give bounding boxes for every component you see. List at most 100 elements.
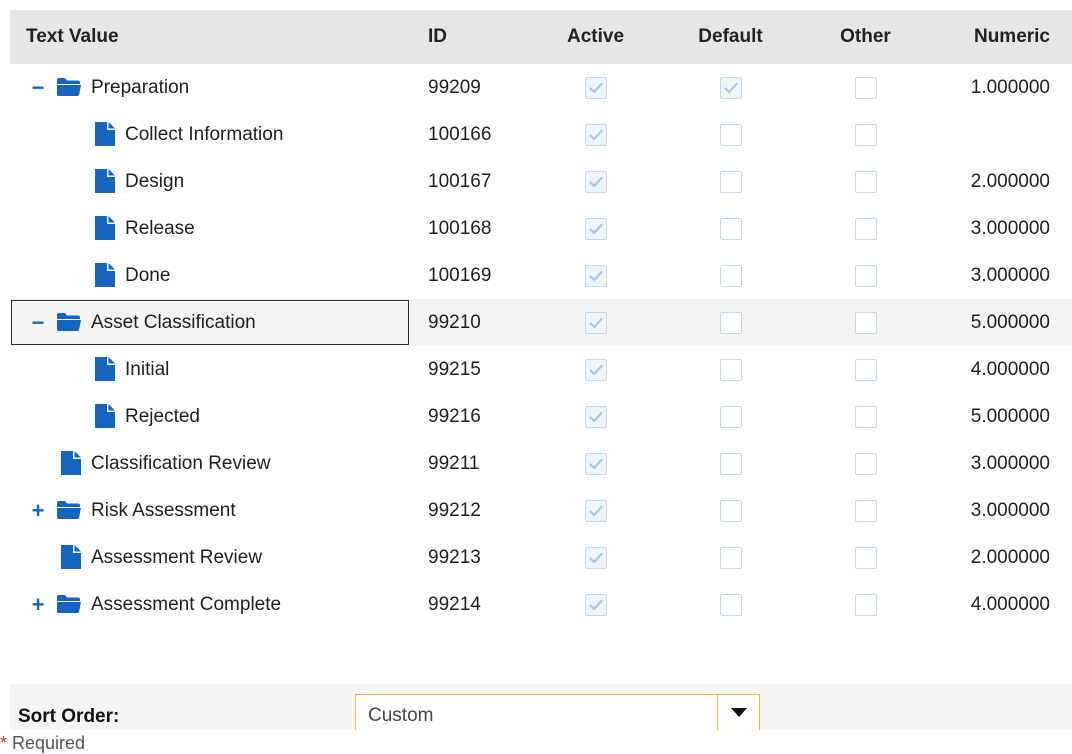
active-checkbox[interactable] [584,264,607,287]
other-checkbox[interactable] [854,76,877,99]
other-checkbox[interactable] [854,358,877,381]
tree-cell[interactable]: Classification Review [10,440,410,487]
active-checkbox[interactable] [584,217,607,240]
active-checkbox[interactable] [584,405,607,428]
active-cell [528,264,663,287]
header-other[interactable]: Other [798,26,933,48]
tree-cell[interactable]: Assessment Review [10,534,410,581]
active-cell [528,405,663,428]
active-checkbox[interactable] [584,123,607,146]
tree-cell[interactable]: Done [10,252,410,299]
default-checkbox[interactable] [719,217,742,240]
header-numeric[interactable]: Numeric [933,26,1072,48]
sort-order-select[interactable]: Custom [355,694,760,730]
tree-cell[interactable]: Release [10,205,410,252]
other-checkbox[interactable] [854,123,877,146]
row-id: 99213 [428,546,481,568]
table-row[interactable]: − Preparation 99209 1.000000 [10,64,1072,111]
table-row[interactable]: Rejected 99216 5.000000 [10,393,1072,440]
active-checkbox[interactable] [584,452,607,475]
table-row[interactable]: − Asset Classification 99210 5.000000 [10,299,1072,346]
other-checkbox[interactable] [854,405,877,428]
default-checkbox[interactable] [719,593,742,616]
other-checkbox[interactable] [854,311,877,334]
table-row[interactable]: + Risk Assessment 99212 3.000000 [10,487,1072,534]
tree-cell[interactable]: − Preparation [10,64,410,111]
row-numeric: 2.000000 [970,170,1050,192]
other-checkbox[interactable] [854,170,877,193]
default-cell [663,358,798,381]
other-cell [798,358,933,381]
row-label: Release [125,217,195,239]
table-row[interactable]: Design 100167 2.000000 [10,158,1072,205]
collapse-icon[interactable]: − [30,311,46,334]
table-row[interactable]: Assessment Review 99213 2.000000 [10,534,1072,581]
file-icon [94,215,116,247]
checkmark-icon [588,599,603,610]
row-label: Design [125,170,185,192]
table-row[interactable]: Initial 99215 4.000000 [10,346,1072,393]
header-id[interactable]: ID [410,26,528,48]
other-checkbox[interactable] [854,546,877,569]
tree-cell[interactable]: + Assessment Complete [10,581,410,628]
expand-icon[interactable]: + [30,593,46,616]
table-row[interactable]: Collect Information 100166 [10,111,1072,158]
default-checkbox[interactable] [719,358,742,381]
active-checkbox[interactable] [584,499,607,522]
other-cell [798,264,933,287]
tree-grid: Text Value ID Active Default Other Numer… [10,10,1072,628]
expand-icon[interactable]: + [30,499,46,522]
row-numeric: 3.000000 [970,264,1050,286]
default-checkbox[interactable] [719,546,742,569]
default-cell [663,170,798,193]
other-cell [798,546,933,569]
default-cell [663,264,798,287]
checkmark-icon [588,458,603,469]
header-text-value[interactable]: Text Value [10,10,410,64]
default-checkbox[interactable] [719,499,742,522]
table-row[interactable]: Classification Review 99211 3.000000 [10,440,1072,487]
other-checkbox[interactable] [854,499,877,522]
other-checkbox[interactable] [854,593,877,616]
row-id: 100169 [428,264,492,286]
active-cell [528,217,663,240]
other-cell [798,123,933,146]
other-checkbox[interactable] [854,264,877,287]
tree-cell[interactable]: Design [10,158,410,205]
row-numeric: 5.000000 [970,405,1050,427]
active-checkbox[interactable] [584,170,607,193]
active-checkbox[interactable] [584,593,607,616]
file-icon [94,262,116,294]
sort-order-dropdown-button[interactable] [717,695,759,730]
tree-cell[interactable]: Collect Information [10,111,410,158]
active-checkbox[interactable] [584,546,607,569]
row-numeric: 3.000000 [970,452,1050,474]
table-row[interactable]: Release 100168 3.000000 [10,205,1072,252]
checkmark-icon [588,129,603,140]
table-row[interactable]: + Assessment Complete 99214 4.000000 [10,581,1072,628]
default-checkbox[interactable] [719,170,742,193]
row-numeric: 1.000000 [970,76,1050,98]
default-checkbox[interactable] [719,311,742,334]
other-checkbox[interactable] [854,217,877,240]
default-cell [663,217,798,240]
active-cell [528,499,663,522]
tree-cell[interactable]: Initial [10,346,410,393]
default-checkbox[interactable] [719,452,742,475]
tree-cell[interactable]: + Risk Assessment [10,487,410,534]
other-checkbox[interactable] [854,452,877,475]
table-row[interactable]: Done 100169 3.000000 [10,252,1072,299]
default-checkbox[interactable] [719,123,742,146]
active-checkbox[interactable] [584,311,607,334]
folder-open-icon [56,77,82,103]
default-checkbox[interactable] [719,264,742,287]
active-checkbox[interactable] [584,358,607,381]
header-default[interactable]: Default [663,26,798,48]
collapse-icon[interactable]: − [30,76,46,99]
tree-cell[interactable]: Rejected [10,393,410,440]
active-checkbox[interactable] [584,76,607,99]
header-active[interactable]: Active [528,26,663,48]
default-checkbox[interactable] [719,405,742,428]
tree-cell[interactable]: − Asset Classification [10,299,410,346]
default-checkbox[interactable] [719,76,742,99]
